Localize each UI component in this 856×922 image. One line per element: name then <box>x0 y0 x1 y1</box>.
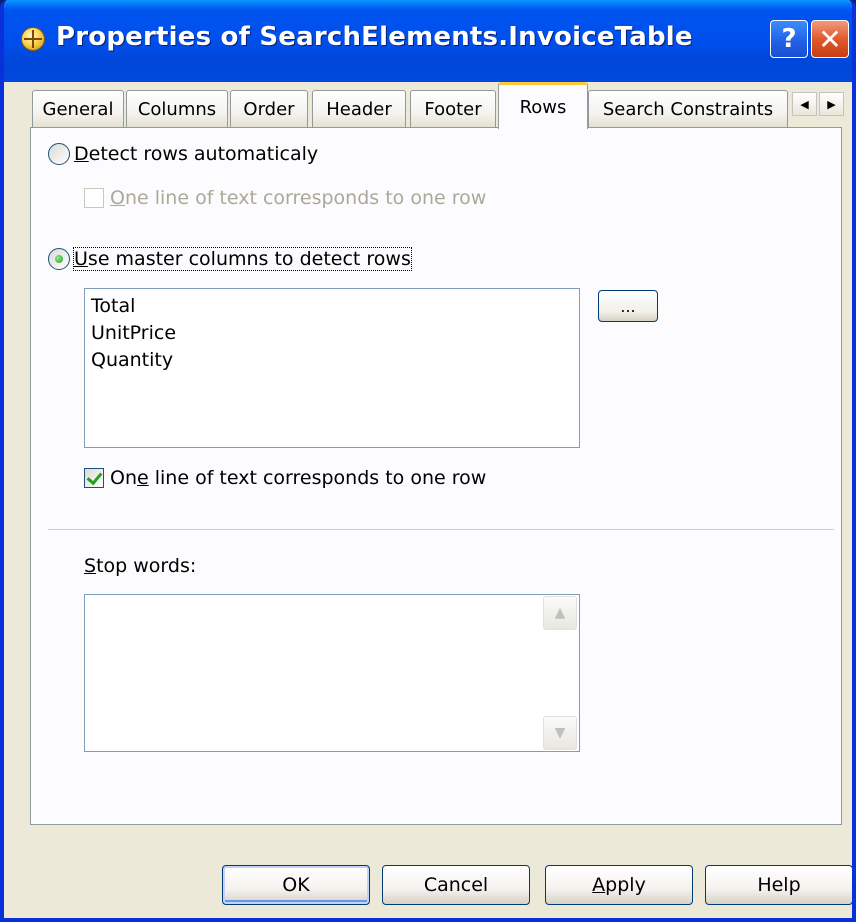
accel-key: O <box>110 187 125 209</box>
apply-button[interactable]: Apply <box>545 865 693 905</box>
cancel-button[interactable]: Cancel <box>382 865 530 905</box>
detect-rows-automatically-radio[interactable]: Detect rows automaticaly <box>48 143 318 165</box>
close-button[interactable]: ✕ <box>811 20 849 58</box>
tab-scroll-left-icon[interactable]: ◀ <box>792 92 817 116</box>
accel-key: S <box>84 555 97 577</box>
scroll-up-icon[interactable]: ▲ <box>543 596 577 630</box>
properties-dialog: Properties of SearchElements.InvoiceTabl… <box>0 0 856 922</box>
table-element-icon <box>22 28 44 50</box>
accel-key: D <box>74 143 89 165</box>
stop-words-label: Stop words: <box>84 555 196 577</box>
window-title: Properties of SearchElements.InvoiceTabl… <box>56 22 693 52</box>
tab-scroll-buttons: ◀ ▶ <box>792 92 844 118</box>
label-text: ne line of text corresponds to one row <box>124 187 487 209</box>
label-text: line of text corresponds to one row <box>148 467 487 489</box>
label-text: pply <box>605 874 646 896</box>
help-button[interactable]: Help <box>705 865 852 905</box>
label-text: etect rows automaticaly <box>88 143 319 165</box>
use-master-columns-label: Use master columns to detect rows <box>73 247 412 271</box>
tab-rows[interactable]: Rows <box>498 82 588 129</box>
master-one-line-checkbox[interactable]: One line of text corresponds to one row <box>84 467 486 489</box>
auto-one-line-label: One line of text corresponds to one row <box>110 187 486 209</box>
label-text: top words: <box>96 555 197 577</box>
checkbox-checked-icon[interactable] <box>84 468 104 488</box>
master-one-line-label: One line of text corresponds to one row <box>110 467 486 489</box>
tab-header[interactable]: Header <box>312 90 406 128</box>
stop-words-textarea[interactable]: ▲ ▼ <box>84 594 580 752</box>
list-item[interactable]: Total <box>91 293 573 320</box>
tab-footer[interactable]: Footer <box>410 90 496 128</box>
checkbox-disabled-icon[interactable] <box>84 188 104 208</box>
auto-one-line-checkbox[interactable]: One line of text corresponds to one row <box>84 187 486 209</box>
browse-columns-button[interactable]: ... <box>598 290 658 322</box>
tab-columns[interactable]: Columns <box>126 90 228 128</box>
section-divider <box>48 529 834 531</box>
accel-key: e <box>137 467 149 489</box>
tab-strip: General Columns Order Header Footer Rows… <box>32 80 852 129</box>
accel-key: A <box>592 874 606 896</box>
radio-unchecked-icon[interactable] <box>48 143 70 165</box>
accel-key: U <box>74 248 88 270</box>
help-title-button[interactable]: ? <box>770 20 808 58</box>
master-columns-list[interactable]: Total UnitPrice Quantity <box>84 288 580 448</box>
tab-order[interactable]: Order <box>230 90 308 128</box>
tab-scroll-right-icon[interactable]: ▶ <box>819 92 844 116</box>
list-item[interactable]: Quantity <box>91 347 573 374</box>
label-text: se master columns to detect rows <box>87 248 411 270</box>
tab-general[interactable]: General <box>32 90 124 128</box>
ok-button[interactable]: OK <box>222 865 370 905</box>
label-prefix: On <box>110 467 137 489</box>
tab-search-constraints[interactable]: Search Constraints <box>588 90 788 128</box>
title-bar[interactable]: Properties of SearchElements.InvoiceTabl… <box>4 0 852 82</box>
list-item[interactable]: UnitPrice <box>91 320 573 347</box>
detect-rows-label: Detect rows automaticaly <box>74 143 318 165</box>
use-master-columns-radio[interactable]: Use master columns to detect rows <box>48 247 412 271</box>
scroll-down-icon[interactable]: ▼ <box>543 716 577 750</box>
radio-checked-icon[interactable] <box>48 248 70 270</box>
stop-words-scrollbar[interactable]: ▲ ▼ <box>542 596 578 750</box>
